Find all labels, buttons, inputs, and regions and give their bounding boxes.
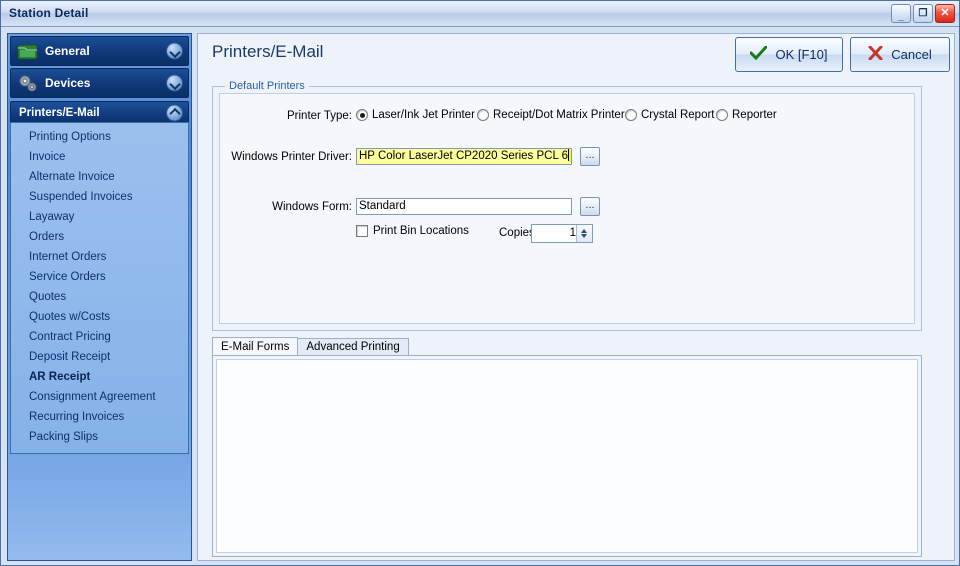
- sidebar-item-packing-slips[interactable]: Packing Slips: [11, 427, 188, 447]
- radio-reporter[interactable]: Reporter: [716, 109, 777, 121]
- sidebar-section-printers-email-label: Printers/E-Mail: [19, 107, 100, 119]
- sidebar-item-list: Printing Options Invoice Alternate Invoi…: [10, 122, 189, 454]
- radio-crystal-report-label: Crystal Report: [641, 109, 715, 121]
- ok-button-label: OK [F10]: [775, 47, 828, 62]
- windows-form-browse-button[interactable]: ...: [580, 197, 600, 216]
- windows-form-value: Standard: [359, 200, 406, 212]
- radio-unselected-icon: [625, 109, 637, 121]
- radio-selected-icon: [356, 109, 368, 121]
- minimize-icon: _: [898, 11, 904, 22]
- copies-value: 1: [569, 227, 576, 239]
- windows-printer-driver-value: HP Color LaserJet CP2020 Series PCL 6: [359, 150, 569, 162]
- sidebar-section-general[interactable]: General: [10, 36, 189, 66]
- sidebar-section-devices[interactable]: Devices: [10, 68, 189, 98]
- radio-receipt-dot-matrix-printer-label: Receipt/Dot Matrix Printer: [493, 109, 625, 121]
- sidebar-item-ar-receipt[interactable]: AR Receipt: [11, 367, 188, 387]
- radio-unselected-icon: [477, 109, 489, 121]
- sidebar-item-recurring-invoices[interactable]: Recurring Invoices: [11, 407, 188, 427]
- sidebar: General Devices Printers/E-Mail Printing…: [7, 33, 192, 561]
- copies-stepper-arrows[interactable]: [576, 225, 592, 242]
- window-title: Station Detail: [9, 6, 89, 20]
- print-bin-locations-checkbox[interactable]: Print Bin Locations: [356, 225, 469, 237]
- stepper-up-icon[interactable]: [581, 229, 587, 233]
- close-button[interactable]: ✕: [935, 4, 955, 23]
- sidebar-section-devices-label: Devices: [45, 76, 91, 90]
- chevron-down-icon[interactable]: [166, 74, 183, 92]
- minimize-button[interactable]: _: [891, 4, 911, 23]
- x-icon: [868, 45, 883, 63]
- print-bin-locations-label: Print Bin Locations: [373, 225, 469, 237]
- printer-type-label: Printer Type:: [287, 110, 352, 122]
- sidebar-item-contract-pricing[interactable]: Contract Pricing: [11, 327, 188, 347]
- tab-advanced-printing[interactable]: Advanced Printing: [297, 338, 409, 356]
- ok-button[interactable]: OK [F10]: [735, 37, 843, 72]
- copies-stepper[interactable]: 1: [531, 224, 593, 243]
- page-title: Printers/E-Mail: [212, 42, 324, 61]
- radio-reporter-label: Reporter: [732, 109, 777, 121]
- sidebar-item-suspended-invoices[interactable]: Suspended Invoices: [11, 187, 188, 207]
- chevron-down-icon[interactable]: [166, 42, 183, 60]
- stepper-down-icon[interactable]: [581, 234, 587, 238]
- radio-receipt-dot-matrix-printer[interactable]: Receipt/Dot Matrix Printer: [477, 109, 625, 121]
- radio-crystal-report[interactable]: Crystal Report: [625, 109, 715, 121]
- cancel-button[interactable]: Cancel: [850, 37, 950, 72]
- maximize-button[interactable]: ❐: [913, 4, 933, 23]
- sidebar-item-layaway[interactable]: Layaway: [11, 207, 188, 227]
- windows-printer-driver-input[interactable]: HP Color LaserJet CP2020 Series PCL 6: [356, 148, 572, 165]
- windows-printer-driver-label: Windows Printer Driver:: [231, 151, 352, 163]
- tab-body: [212, 355, 922, 557]
- devices-icon: [17, 73, 39, 95]
- sidebar-item-alternate-invoice[interactable]: Alternate Invoice: [11, 167, 188, 187]
- cancel-button-label: Cancel: [891, 47, 932, 62]
- tab-strip: E-Mail Forms Advanced Printing: [212, 337, 409, 356]
- sidebar-item-quotes-w-costs[interactable]: Quotes w/Costs: [11, 307, 188, 327]
- checkbox-unchecked-icon: [356, 225, 368, 237]
- radio-unselected-icon: [716, 109, 728, 121]
- forms-tab-container: E-Mail Forms Advanced Printing: [212, 337, 922, 557]
- copies-label: Copies:: [499, 227, 538, 239]
- window-controls: _ ❐ ✕: [891, 4, 955, 23]
- radio-laser-inkjet-printer[interactable]: Laser/Ink Jet Printer: [356, 109, 475, 121]
- email-forms-pane: [216, 359, 918, 553]
- sidebar-item-deposit-receipt[interactable]: Deposit Receipt: [11, 347, 188, 367]
- maximize-icon: ❐: [918, 7, 928, 19]
- selection-highlight: [569, 150, 571, 162]
- windows-form-input[interactable]: Standard: [356, 198, 572, 215]
- sidebar-item-printing-options[interactable]: Printing Options: [11, 127, 188, 147]
- sidebar-section-general-label: General: [45, 44, 90, 58]
- radio-laser-inkjet-printer-label: Laser/Ink Jet Printer: [372, 109, 475, 121]
- sidebar-item-service-orders[interactable]: Service Orders: [11, 267, 188, 287]
- close-icon: ✕: [940, 7, 950, 19]
- main-header: Printers/E-Mail OK [F10] Cancel: [198, 34, 954, 74]
- sidebar-item-consignment-agreement[interactable]: Consignment Agreement: [11, 387, 188, 407]
- windows-form-label: Windows Form:: [272, 201, 352, 213]
- check-icon: [749, 45, 768, 63]
- sidebar-item-invoice[interactable]: Invoice: [11, 147, 188, 167]
- station-detail-window: Station Detail _ ❐ ✕ General Devices Pri…: [0, 0, 960, 566]
- sidebar-item-internet-orders[interactable]: Internet Orders: [11, 247, 188, 267]
- folder-icon: [17, 41, 39, 63]
- window-titlebar: Station Detail _ ❐ ✕: [1, 1, 959, 27]
- main-panel: Printers/E-Mail OK [F10] Cancel Default …: [197, 33, 955, 561]
- windows-printer-driver-browse-button[interactable]: ...: [580, 147, 600, 166]
- default-printers-group: Default Printers Printer Type: Laser/Ink…: [212, 80, 922, 331]
- chevron-up-icon[interactable]: [166, 104, 183, 122]
- sidebar-item-orders[interactable]: Orders: [11, 227, 188, 247]
- tab-email-forms[interactable]: E-Mail Forms: [212, 337, 299, 356]
- sidebar-item-quotes[interactable]: Quotes: [11, 287, 188, 307]
- default-printers-group-title: Default Printers: [225, 80, 309, 92]
- default-printers-inner: Printer Type: Laser/Ink Jet Printer Rece…: [219, 93, 915, 324]
